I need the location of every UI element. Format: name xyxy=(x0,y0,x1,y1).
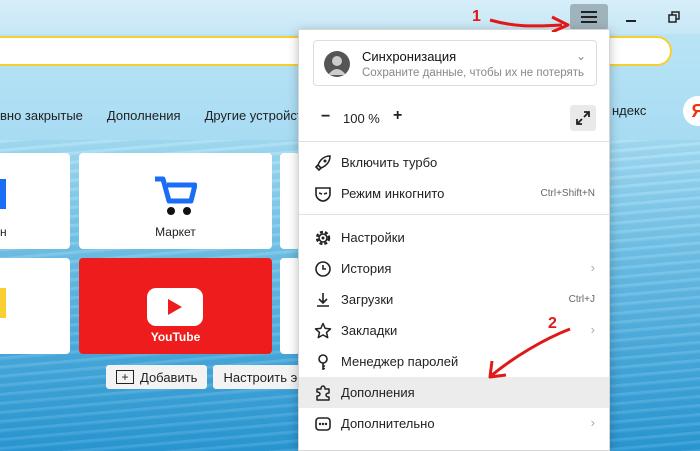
bookmark-extensions[interactable]: Дополнения xyxy=(107,108,181,130)
sync-title: Синхронизация xyxy=(362,49,457,64)
menu-divider xyxy=(299,214,609,215)
browser-menu: Синхронизация Сохраните данные, чтобы их… xyxy=(298,29,610,451)
sync-card[interactable]: Синхронизация Сохраните данные, чтобы их… xyxy=(313,40,597,86)
bookmarks-bar: вно закрытые Дополнения Другие устройст xyxy=(0,108,303,130)
download-icon xyxy=(313,290,333,310)
zoom-level: 100 % xyxy=(343,111,380,126)
bookmark-recently-closed[interactable]: вно закрытые xyxy=(0,108,83,130)
restore-button[interactable] xyxy=(655,4,693,30)
menu-item-label: Дополнения xyxy=(341,385,415,400)
key-icon xyxy=(313,352,333,372)
avatar xyxy=(324,51,350,77)
menu-item-downloads[interactable]: Загрузки Ctrl+J xyxy=(299,284,609,315)
chevron-right-icon: › xyxy=(590,415,595,430)
menu-item-label: История xyxy=(341,261,392,276)
shortcut-text: Ctrl+J xyxy=(568,294,595,305)
sync-subtitle: Сохраните данные, чтобы их не потерять xyxy=(362,67,585,79)
fullscreen-button[interactable] xyxy=(570,105,596,131)
customize-screen-button[interactable]: Настроить э xyxy=(213,365,308,389)
yandex-logo[interactable]: Я xyxy=(683,96,700,126)
tile-partial-yellow-icon xyxy=(0,288,6,318)
menu-item-extensions[interactable]: Дополнения xyxy=(299,377,609,408)
bookmark-other-devices[interactable]: Другие устройст xyxy=(205,108,303,130)
plus-icon: + xyxy=(116,370,134,384)
tile-partial-right-bottom[interactable] xyxy=(280,258,300,354)
annotation-step-1: 1 xyxy=(472,8,481,25)
zoom-row: − 100 % + xyxy=(299,100,609,138)
tile-market-label: Маркет xyxy=(155,225,196,239)
tile-partial-label: н xyxy=(0,225,7,239)
menu-item-label: Дополнительно xyxy=(341,416,435,431)
annotation-arrow-2 xyxy=(488,327,571,379)
shortcut-text: Ctrl+Shift+N xyxy=(540,188,595,199)
mask-icon xyxy=(313,184,333,204)
rocket-icon xyxy=(313,153,333,173)
tile-partial-right-top[interactable] xyxy=(280,153,300,249)
add-tile-button[interactable]: + Добавить xyxy=(106,365,208,389)
menu-item-turbo[interactable]: Включить турбо xyxy=(299,147,609,178)
tile-youtube[interactable]: YouTube xyxy=(79,258,272,354)
tile-partial-left-bottom[interactable] xyxy=(0,258,70,354)
menu-item-label: Закладки xyxy=(341,323,398,338)
annotation-arrow-1 xyxy=(489,15,570,32)
tile-youtube-label: YouTube xyxy=(150,330,201,344)
zoom-in-button[interactable]: + xyxy=(393,107,402,125)
menu-item-label: Включить турбо xyxy=(341,155,438,170)
menu-item-history[interactable]: История › xyxy=(299,253,609,284)
tile-partial-icon xyxy=(0,179,6,209)
restore-icon xyxy=(668,11,680,23)
cart-icon xyxy=(155,176,197,215)
menu-item-label: Менеджер паролей xyxy=(341,354,459,369)
more-icon xyxy=(313,414,333,434)
tiles-toolbar: + Добавить Настроить э xyxy=(106,365,308,389)
fullscreen-icon xyxy=(576,111,590,125)
clock-icon xyxy=(313,259,333,279)
puzzle-icon xyxy=(313,383,333,403)
minimize-button[interactable] xyxy=(612,4,650,30)
star-icon xyxy=(313,321,333,341)
youtube-logo-icon xyxy=(147,288,203,326)
user-avatar-icon xyxy=(324,51,350,77)
play-icon xyxy=(168,299,182,315)
menu-item-label: Настройки xyxy=(341,230,405,245)
yandex-link[interactable]: ндекс xyxy=(612,103,646,118)
add-tile-label: Добавить xyxy=(140,369,198,385)
gear-icon xyxy=(313,228,333,248)
menu-item-incognito[interactable]: Режим инкогнито Ctrl+Shift+N xyxy=(299,178,609,209)
hamburger-icon xyxy=(581,11,597,23)
tile-partial-left-top[interactable]: н xyxy=(0,153,70,249)
menu-item-settings[interactable]: Настройки xyxy=(299,222,609,253)
browser-menu-button[interactable] xyxy=(570,4,608,30)
menu-divider xyxy=(299,141,609,142)
chevron-right-icon: › xyxy=(590,260,595,275)
chevron-down-icon[interactable]: ⌄ xyxy=(576,49,586,63)
chevron-right-icon: › xyxy=(590,322,595,337)
tile-market[interactable]: Маркет xyxy=(79,153,272,249)
minimize-icon xyxy=(626,20,636,22)
menu-item-label: Режим инкогнито xyxy=(341,186,445,201)
zoom-out-button[interactable]: − xyxy=(321,108,330,126)
menu-item-more[interactable]: Дополнительно › xyxy=(299,408,609,439)
customize-label: Настроить э xyxy=(223,369,298,385)
menu-item-label: Загрузки xyxy=(341,292,394,307)
